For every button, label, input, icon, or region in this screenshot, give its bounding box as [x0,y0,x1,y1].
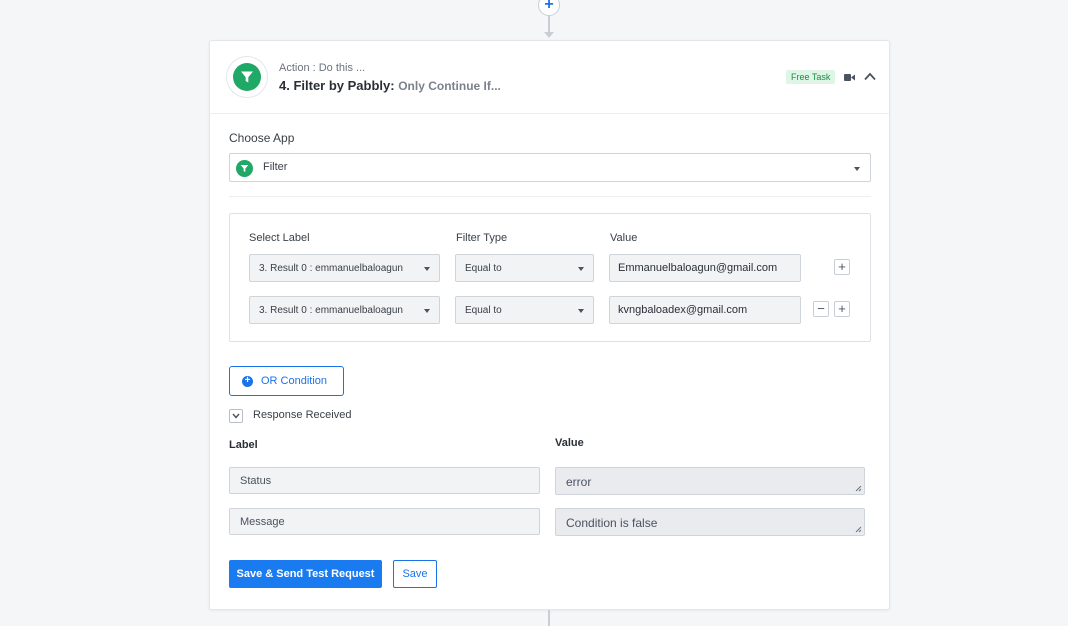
divider [229,196,871,197]
select-label-value: 3. Result 0 : emmanuelbaloagun [259,263,403,274]
response-label-field: Status [229,467,540,494]
or-condition-label: OR Condition [261,375,328,387]
add-condition-button[interactable]: + [834,259,850,275]
response-label-header: Label [229,439,258,451]
resize-grip-icon[interactable] [855,526,862,533]
response-received-label: Response Received [253,409,352,421]
step-header[interactable]: Action : Do this ... 4. Filter by Pabbly… [210,41,889,114]
filter-value-text: kvngbaloadex@gmail.com [618,304,748,316]
save-send-test-request-button[interactable]: Save & Send Test Request [229,560,382,588]
filter-app-icon [236,160,253,177]
step-title-text: 4. Filter by Pabbly: [279,78,395,93]
step-title: 4. Filter by Pabbly: Only Continue If... [279,78,501,93]
chevron-up-icon[interactable] [864,72,876,81]
response-value-text: Condition is false [566,516,658,530]
select-label-value: 3. Result 0 : emmanuelbaloagun [259,305,403,316]
response-label-text: Message [240,516,285,528]
plus-circle-icon: + [242,376,253,387]
caret-down-icon [578,267,584,271]
caret-down-icon [854,167,860,171]
caret-down-icon [578,309,584,313]
or-condition-button[interactable]: + OR Condition [229,366,344,396]
step-subtitle: Only Continue If... [398,79,501,93]
response-value-field[interactable]: Condition is false [555,508,865,536]
add-step-button[interactable]: + [538,0,560,16]
resize-grip-icon[interactable] [855,485,862,492]
choose-app-select[interactable]: Filter [229,153,871,182]
action-label: Action : Do this ... [279,62,366,74]
action-step-card: Action : Do this ... 4. Filter by Pabbly… [209,40,890,610]
free-task-badge: Free Task [786,70,836,84]
filter-value-input[interactable]: kvngbaloadex@gmail.com [609,296,801,324]
caret-down-icon [424,309,430,313]
add-condition-button[interactable]: + [834,301,850,317]
flow-connector-bottom [548,610,550,626]
filter-value-text: Emmanuelbaloagun@gmail.com [618,262,778,274]
value-header: Value [610,232,638,244]
filter-type-dropdown[interactable]: Equal to [455,296,594,324]
response-label-field: Message [229,508,540,535]
flow-arrow-icon [544,32,554,38]
response-value-field[interactable]: error [555,467,865,495]
select-label-header: Select Label [249,232,310,244]
response-value-text: error [566,475,592,489]
app-logo [226,56,268,98]
filter-type-dropdown[interactable]: Equal to [455,254,594,282]
caret-down-icon [424,267,430,271]
response-value-header: Value [555,437,584,449]
video-icon[interactable] [844,73,855,82]
filter-type-value: Equal to [465,305,502,316]
select-label-dropdown[interactable]: 3. Result 0 : emmanuelbaloagun [249,254,440,282]
select-label-dropdown[interactable]: 3. Result 0 : emmanuelbaloagun [249,296,440,324]
remove-condition-button[interactable]: − [813,301,829,317]
filter-conditions-box: Select Label Filter Type Value 3. Result… [229,213,871,342]
save-button[interactable]: Save [393,560,437,588]
choose-app-label: Choose App [229,131,295,145]
response-label-text: Status [240,475,272,487]
filter-value-input[interactable]: Emmanuelbaloagun@gmail.com [609,254,801,282]
filter-icon [241,71,253,83]
filter-type-header: Filter Type [456,232,508,244]
filter-type-value: Equal to [465,263,502,274]
response-toggle-checkbox[interactable] [229,409,243,423]
chevron-down-icon [232,413,240,419]
choose-app-value: Filter [263,161,288,173]
